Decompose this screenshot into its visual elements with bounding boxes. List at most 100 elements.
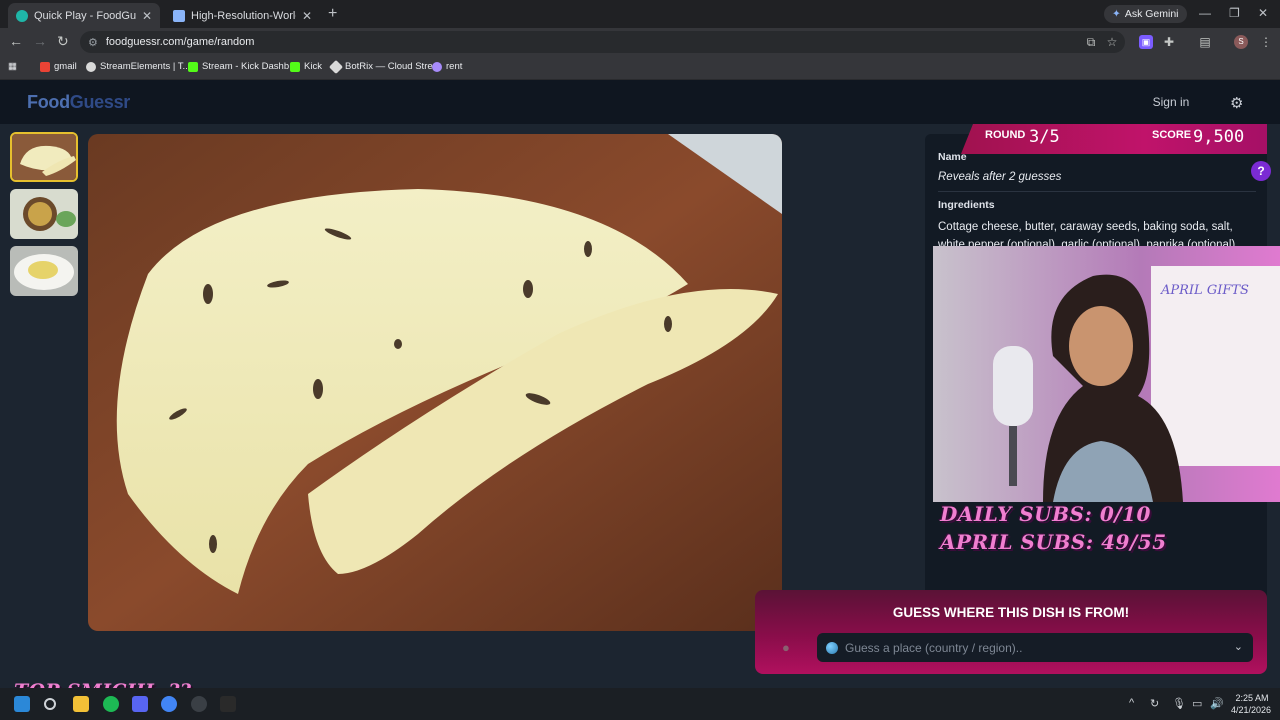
- tab-title: High-Resolution-World-Map.jp: [191, 9, 296, 22]
- apps-grid-icon[interactable]: ▦: [8, 61, 17, 72]
- window-close-icon[interactable]: ✕: [1258, 6, 1268, 20]
- kick-icon: [290, 61, 300, 72]
- plate-thumbnail-image: [10, 246, 78, 296]
- foodguessr-favicon-icon: [16, 9, 28, 22]
- gemini-sparkle-icon: ✦: [1112, 8, 1121, 20]
- spotify-icon[interactable]: [103, 696, 119, 712]
- reload-icon[interactable]: ↻: [57, 33, 69, 50]
- site-info-icon[interactable]: ⚙: [88, 36, 98, 49]
- bookmarks-bar: ▦ gmail StreamElements | T... Stream - K…: [0, 56, 1280, 80]
- ask-gemini-label: Ask Gemini: [1124, 8, 1179, 20]
- call-of-duty-icon[interactable]: [220, 696, 236, 712]
- guess-placeholder: Guess a place (country / region)..: [845, 640, 1023, 655]
- ingredients-line-1: Cottage cheese, butter, caraway seeds, b…: [938, 221, 1233, 233]
- round-value: 3/5: [1029, 127, 1060, 147]
- settings-gear-icon[interactable]: ⚙: [1230, 94, 1243, 112]
- bookmark-streamelements[interactable]: StreamElements | T...: [86, 61, 190, 72]
- bookmark-gmail[interactable]: gmail: [40, 61, 77, 72]
- search-icon[interactable]: [44, 698, 56, 710]
- browser-toolbar: ← → ↻ ⚙ foodguessr.com/game/random ⧉ ☆ ▣…: [0, 28, 1280, 56]
- april-subs-overlay: APRIL SUBS: 49/55: [940, 530, 1167, 554]
- guess-panel: GUESS WHERE THIS DISH IS FROM! ● Guess a…: [755, 590, 1267, 674]
- windows-taskbar: ^ ↻ 🎙 ▭ 🔊 2:25 AM 4/21/2026: [0, 688, 1280, 720]
- name-label: Name: [938, 151, 967, 163]
- tab-title: Quick Play - FoodGuessr | Food: [34, 9, 136, 22]
- svg-text:APRIL GIFTS: APRIL GIFTS: [1160, 283, 1249, 298]
- dish-thumbnail-2[interactable]: [10, 189, 78, 239]
- sync-icon[interactable]: ↻: [1150, 697, 1159, 710]
- tab-world-map[interactable]: High-Resolution-World-Map.jp ✕: [165, 3, 320, 28]
- bookmark-label: gmail: [54, 61, 77, 72]
- bookmark-kick-dashboard[interactable]: Stream - Kick Dashb...: [188, 61, 297, 72]
- round-label: ROUND: [985, 129, 1026, 141]
- bookmark-botrix[interactable]: BotRix — Cloud Stre...: [328, 59, 441, 74]
- foodguessr-logo[interactable]: FoodGuessr: [27, 92, 130, 113]
- discord-icon[interactable]: [132, 696, 148, 712]
- extensions-puzzle-icon[interactable]: ✚: [1162, 35, 1176, 49]
- streamer-webcam: APRIL GIFTS: [933, 246, 1280, 502]
- menu-kebab-icon[interactable]: ⋮: [1259, 35, 1273, 49]
- bookmark-rent[interactable]: rent: [432, 61, 462, 72]
- logo-food-text: Food: [27, 92, 70, 112]
- guess-place-input[interactable]: Guess a place (country / region).. ⌄: [817, 633, 1253, 662]
- bookmark-star-icon[interactable]: ☆: [1105, 35, 1119, 49]
- score-value: 9,500: [1193, 127, 1245, 147]
- bookmark-kick[interactable]: Kick: [290, 61, 322, 72]
- url-text: foodguessr.com/game/random: [105, 36, 255, 48]
- bookmark-label: rent: [446, 61, 463, 72]
- clock-time[interactable]: 2:25 AM: [1230, 693, 1274, 703]
- globe-icon: [826, 641, 838, 654]
- daily-subs-overlay: DAILY SUBS: 0/10: [940, 502, 1151, 526]
- profile-avatar[interactable]: S: [1234, 35, 1248, 49]
- ask-gemini-button[interactable]: ✦ Ask Gemini: [1104, 5, 1187, 23]
- volume-icon[interactable]: 🔊: [1210, 697, 1224, 710]
- network-icon[interactable]: ▭: [1192, 697, 1202, 710]
- cheese-dish-image: [88, 134, 782, 631]
- twitch-extension-icon[interactable]: ▣: [1139, 35, 1153, 49]
- restore-icon[interactable]: ❐: [1229, 6, 1240, 20]
- help-question-icon[interactable]: ?: [1251, 161, 1271, 181]
- close-icon[interactable]: ✕: [302, 9, 312, 23]
- guess-title: GUESS WHERE THIS DISH IS FROM!: [892, 605, 1130, 620]
- dish-thumbnail-1[interactable]: [10, 132, 78, 182]
- cheese-thumbnail-image: [12, 134, 76, 180]
- back-arrow-icon[interactable]: ←: [9, 33, 23, 49]
- tray-overflow-icon[interactable]: ^: [1129, 697, 1134, 709]
- tab-foodguessr[interactable]: Quick Play - FoodGuessr | Food ✕: [8, 3, 160, 28]
- clock-date[interactable]: 4/21/2026: [1226, 705, 1276, 715]
- dish-thumbnail-3[interactable]: [10, 246, 78, 296]
- bookmark-label: BotRix — Cloud Stre...: [345, 61, 441, 72]
- windows-start-icon[interactable]: [14, 696, 30, 712]
- ingredients-label: Ingredients: [938, 199, 995, 211]
- name-value: Reveals after 2 guesses: [938, 171, 1062, 183]
- bookmark-label: StreamElements | T...: [100, 61, 191, 72]
- address-bar[interactable]: ⚙ foodguessr.com/game/random: [80, 31, 1125, 53]
- sign-in-button[interactable]: Sign in: [1140, 89, 1202, 115]
- webcam-feed-image: APRIL GIFTS: [933, 246, 1280, 502]
- minimize-icon[interactable]: —: [1199, 6, 1211, 20]
- botrix-icon: [328, 59, 344, 74]
- dish-photo: [88, 134, 782, 631]
- rent-icon: [432, 61, 442, 72]
- forward-arrow-icon[interactable]: →: [33, 33, 47, 49]
- kick-icon: [188, 61, 198, 72]
- close-icon[interactable]: ✕: [142, 9, 152, 23]
- chrome-icon[interactable]: [161, 696, 177, 712]
- bookmark-label: Stream - Kick Dashb...: [202, 61, 298, 72]
- logo-guessr-text: Guessr: [69, 92, 131, 112]
- side-panel-icon[interactable]: ▤: [1198, 35, 1212, 49]
- chevron-down-icon[interactable]: ⌄: [1234, 640, 1243, 653]
- obs-icon[interactable]: [191, 696, 207, 712]
- install-app-icon[interactable]: ⧉: [1084, 35, 1098, 49]
- jar-thumbnail-image: [10, 189, 78, 239]
- gmail-icon: [40, 61, 50, 72]
- bookmark-label: Kick: [304, 61, 322, 72]
- image-file-icon: [173, 9, 185, 22]
- streamelements-icon: [86, 61, 96, 72]
- file-explorer-icon[interactable]: [73, 696, 89, 712]
- divider: [938, 191, 1256, 192]
- location-pin-icon: ●: [782, 640, 790, 655]
- site-header: FoodGuessr Sign in ⚙: [0, 80, 1280, 124]
- new-tab-button[interactable]: +: [328, 5, 337, 23]
- microphone-icon[interactable]: 🎙: [1172, 697, 1186, 710]
